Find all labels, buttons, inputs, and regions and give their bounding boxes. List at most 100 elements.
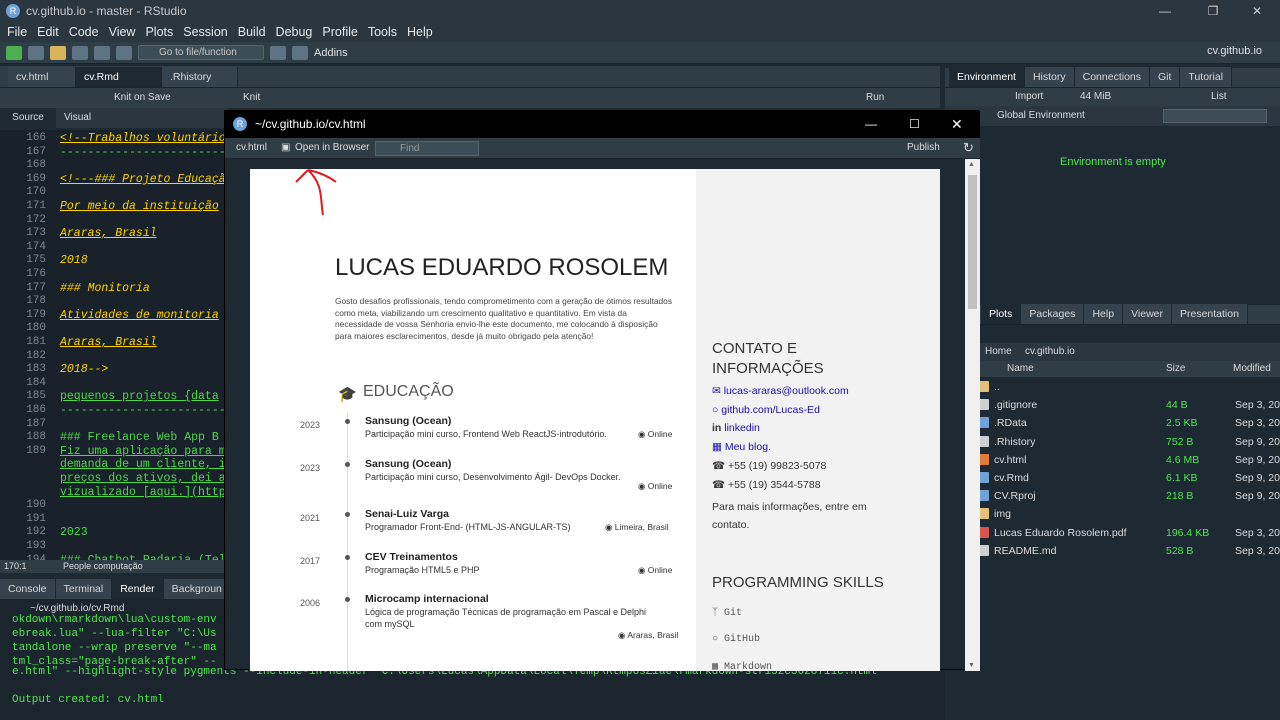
menu-session[interactable]: Session xyxy=(178,25,232,39)
breadcrumb-home[interactable]: Home xyxy=(985,343,1012,361)
menu-tools[interactable]: Tools xyxy=(363,25,402,39)
tab-visual[interactable]: Visual xyxy=(64,108,91,128)
file-row[interactable]: .gitignore 44 B Sep 3, 20 xyxy=(945,396,1280,414)
file-row[interactable]: Lucas Eduardo Rosolem.pdf 196.4 KB Sep 3, … xyxy=(945,524,1280,542)
save-icon[interactable] xyxy=(72,45,88,60)
code-line[interactable]: Atividades de monitoria xyxy=(60,309,219,322)
file-row[interactable]: README.md 528 B Sep 3, 20 xyxy=(945,542,1280,560)
file-row[interactable]: .. xyxy=(945,378,1280,396)
file-name[interactable]: img xyxy=(994,505,1011,523)
maximize-icon[interactable]: ☐ xyxy=(909,111,920,138)
tab-environment[interactable]: Environment xyxy=(949,67,1025,87)
print-icon[interactable] xyxy=(116,45,132,60)
knit-button[interactable]: Knit xyxy=(243,88,260,108)
open-in-browser-button[interactable]: Open in Browser xyxy=(295,142,369,153)
file-name[interactable]: cv.html xyxy=(994,451,1026,469)
scroll-thumb[interactable] xyxy=(968,175,977,309)
new-project-icon[interactable] xyxy=(28,45,44,60)
memory-usage[interactable]: 44 MiB xyxy=(1080,88,1111,106)
tab-packages[interactable]: Packages xyxy=(1021,304,1085,324)
tab-cv-html[interactable]: cv.html xyxy=(8,67,76,87)
scroll-up-icon[interactable]: ▲ xyxy=(968,161,975,168)
section-name[interactable]: People computação xyxy=(63,561,143,571)
menu-profile[interactable]: Profile xyxy=(317,25,362,39)
close-icon[interactable]: ✕ xyxy=(951,111,963,138)
vcs-icon[interactable] xyxy=(270,45,286,60)
col-size[interactable]: Size xyxy=(1166,361,1185,377)
code-line[interactable]: <!--Trabalhos voluntário xyxy=(60,132,226,145)
menu-code[interactable]: Code xyxy=(64,25,104,39)
file-row[interactable]: cv.Rmd 6.1 KB Sep 9, 20 xyxy=(945,469,1280,487)
blog-text[interactable]: Meu blog. xyxy=(725,441,771,453)
addins-menu[interactable]: Addins xyxy=(314,47,348,59)
code-line[interactable]: preços dos ativos, dei a xyxy=(60,472,226,485)
github-link[interactable]: ○ github.com/Lucas-Ed xyxy=(712,404,820,416)
grid-icon[interactable] xyxy=(292,45,308,60)
tab-source[interactable]: Source xyxy=(0,108,56,128)
tab-render[interactable]: Render xyxy=(112,579,164,599)
menu-build[interactable]: Build xyxy=(233,25,271,39)
code-line[interactable]: Araras, Brasil xyxy=(60,336,157,349)
code-line[interactable]: vizualizado [aqui.](http xyxy=(60,486,226,499)
blog-link[interactable]: ▦ Meu blog. xyxy=(712,441,771,453)
file-name[interactable]: CV.Rproj xyxy=(994,487,1036,505)
email-link[interactable]: ✉ lucas-araras@outlook.com xyxy=(712,385,849,397)
file-row[interactable]: .Rhistory 752 B Sep 9, 20 xyxy=(945,433,1280,451)
code-line[interactable]: Araras, Brasil xyxy=(60,227,157,240)
knit-on-save-label[interactable]: Knit on Save xyxy=(114,88,171,108)
email-text[interactable]: lucas-araras@outlook.com xyxy=(724,385,849,397)
code-line[interactable]: 2023 xyxy=(60,526,88,539)
menu-help[interactable]: Help xyxy=(402,25,438,39)
menu-edit[interactable]: Edit xyxy=(32,25,64,39)
github-text[interactable]: github.com/Lucas-Ed xyxy=(721,404,820,416)
new-file-icon[interactable] xyxy=(6,45,22,60)
file-row[interactable]: .RData 2.5 KB Sep 3, 20 xyxy=(945,414,1280,432)
code-line[interactable]: --------------------------- xyxy=(60,146,246,159)
tab-cv-rmd[interactable]: cv.Rmd xyxy=(76,67,162,87)
file-name[interactable]: .. xyxy=(994,378,1000,396)
code-line[interactable]: ### Monitoria xyxy=(60,282,150,295)
menu-debug[interactable]: Debug xyxy=(271,25,318,39)
viewer-scrollbar[interactable]: ▲ ▼ xyxy=(965,159,980,671)
file-name[interactable]: cv.Rmd xyxy=(994,469,1029,487)
tab-viewer[interactable]: Viewer xyxy=(1123,304,1172,324)
list-view-button[interactable]: List xyxy=(1211,88,1227,106)
code-editor[interactable]: 166 <!--Trabalhos voluntário 167 ----------… xyxy=(0,130,246,567)
tab-rhistory[interactable]: .Rhistory xyxy=(162,67,238,87)
tab-git[interactable]: Git xyxy=(1150,67,1181,87)
code-line[interactable]: pequenos projetos {data xyxy=(60,390,219,403)
restore-icon[interactable]: ❐ xyxy=(1190,0,1236,22)
tab-help[interactable]: Help xyxy=(1084,304,1124,324)
menu-file[interactable]: File xyxy=(2,25,32,39)
refresh-icon[interactable]: ↻ xyxy=(963,140,974,156)
save-all-icon[interactable] xyxy=(94,45,110,60)
scroll-down-icon[interactable]: ▼ xyxy=(968,662,975,669)
tab-terminal[interactable]: Terminal xyxy=(55,579,113,599)
code-line[interactable]: --------------------------- xyxy=(60,404,246,417)
col-modified[interactable]: Modified xyxy=(1233,361,1271,377)
code-line[interactable]: demanda de um cliente, i xyxy=(60,458,226,471)
publish-button[interactable]: Publish xyxy=(907,142,940,153)
close-icon[interactable]: ✕ xyxy=(1234,0,1280,22)
tab-background[interactable]: Backgroun xyxy=(163,579,231,599)
file-row[interactable]: cv.html 4.6 MB Sep 9, 20 xyxy=(945,451,1280,469)
tab-connections[interactable]: Connections xyxy=(1074,67,1150,87)
project-menu[interactable]: cv.github.io xyxy=(1207,45,1262,57)
file-name[interactable]: .RData xyxy=(994,414,1027,432)
open-file-icon[interactable] xyxy=(50,45,66,60)
file-name[interactable]: Lucas Eduardo Rosolem.pdf xyxy=(994,524,1127,542)
env-search-input[interactable] xyxy=(1163,109,1267,123)
goto-file-input[interactable]: Go to file/function xyxy=(138,45,264,60)
file-row[interactable]: CV.Rproj 218 B Sep 9, 20 xyxy=(945,487,1280,505)
import-button[interactable]: Import xyxy=(1015,88,1043,106)
menu-view[interactable]: View xyxy=(104,25,141,39)
open-browser-icon[interactable]: ▣ xyxy=(281,142,290,153)
code-line[interactable]: ### Freelance Web App B xyxy=(60,431,219,444)
tab-tutorial[interactable]: Tutorial xyxy=(1180,67,1233,87)
minimize-icon[interactable]: — xyxy=(865,111,877,138)
code-line[interactable]: Fiz uma aplicação para m xyxy=(60,445,226,458)
find-input[interactable]: Find xyxy=(375,141,479,156)
tab-presentation[interactable]: Presentation xyxy=(1171,304,1248,324)
file-row[interactable]: img xyxy=(945,505,1280,523)
col-name[interactable]: Name xyxy=(1007,361,1034,377)
